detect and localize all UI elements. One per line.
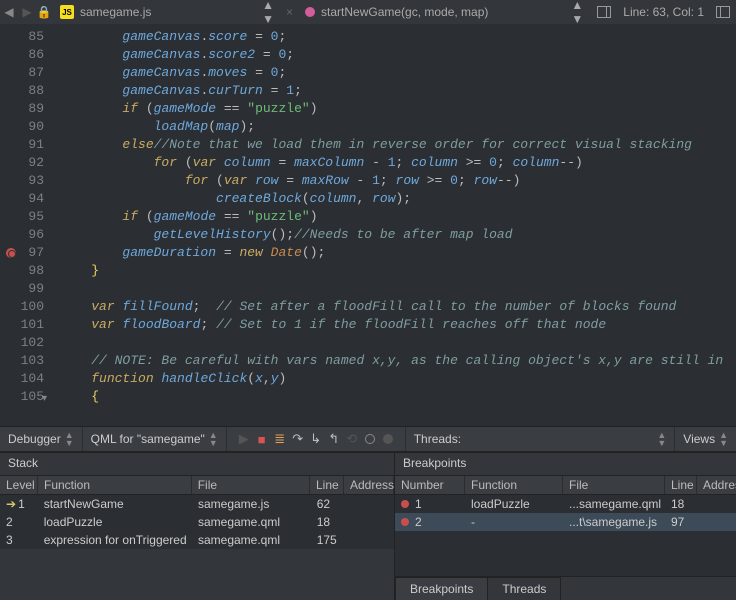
record-icon[interactable] <box>379 432 397 447</box>
symbol-name: startNewGame(gc, mode, map) <box>321 5 488 19</box>
stack-body[interactable]: ➔1startNewGamesamegame.js622loadPuzzlesa… <box>0 495 394 549</box>
tab-close-icon[interactable]: × <box>282 5 297 19</box>
break-all-icon[interactable] <box>361 432 379 447</box>
sidebar-icon[interactable] <box>716 6 730 18</box>
restart-icon[interactable]: ⟲ <box>343 431 361 447</box>
debugger-toolbar: Debugger▲▼ QML for "samegame"▲▼ ▶ ■ ≣ ↷ … <box>0 426 736 452</box>
breakpoint-row[interactable]: 1loadPuzzle...samegame.qml18 <box>395 495 736 513</box>
top-bar: ◀ ▶ 🔒 JS samegame.js ▲▼ × startNewGame(g… <box>0 0 736 24</box>
debug-context[interactable]: QML for "samegame"▲▼ <box>83 427 227 451</box>
breakpoints-header[interactable]: NumberFunctionFileLineAddress <box>395 475 736 495</box>
file-updown-icon[interactable]: ▲▼ <box>262 0 274 26</box>
bottom-tab[interactable]: Breakpoints <box>395 577 488 600</box>
file-name: samegame.js <box>80 5 151 19</box>
step-out-icon[interactable]: ↰ <box>325 431 343 447</box>
debugger-selector[interactable]: Debugger▲▼ <box>0 427 83 451</box>
toggle-bp-icon[interactable]: ≣ <box>271 431 289 447</box>
step-into-icon[interactable]: ↳ <box>307 431 325 447</box>
symbol-updown-icon[interactable]: ▲▼ <box>571 0 583 26</box>
split-icon[interactable] <box>597 6 611 18</box>
function-icon <box>305 7 315 17</box>
gutter[interactable]: 8586878889909192939495969798991001011021… <box>0 24 54 426</box>
views-button[interactable]: Views▲▼ <box>675 431 736 447</box>
breakpoint-row[interactable]: 2-...t\samegame.js97 <box>395 513 736 531</box>
stack-panel: Stack LevelFunctionFileLineAddress ➔1sta… <box>0 453 395 600</box>
stack-header[interactable]: LevelFunctionFileLineAddress <box>0 475 394 495</box>
step-over-icon[interactable]: ↷ <box>289 431 307 447</box>
threads-selector[interactable]: Threads: ▲▼ <box>406 427 676 451</box>
breakpoints-body[interactable]: 1loadPuzzle...samegame.qml182-...t\sameg… <box>395 495 736 531</box>
code-area[interactable]: gameCanvas.score = 0; gameCanvas.score2 … <box>54 24 736 426</box>
lock-icon: 🔒 <box>36 5 52 19</box>
stack-row[interactable]: ➔1startNewGamesamegame.js62 <box>0 495 394 513</box>
breakpoints-tabs: BreakpointsThreads <box>395 576 736 600</box>
symbol-tab[interactable]: startNewGame(gc, mode, map) ▲▼ <box>297 0 591 24</box>
continue-icon[interactable]: ▶ <box>235 431 253 447</box>
editor: 8586878889909192939495969798991001011021… <box>0 24 736 426</box>
stop-icon[interactable]: ■ <box>253 432 271 447</box>
stack-title: Stack <box>0 453 394 475</box>
cursor-pos: Line: 63, Col: 1 <box>617 5 710 19</box>
file-tab[interactable]: JS samegame.js ▲▼ <box>52 0 282 24</box>
breakpoints-title: Breakpoints <box>395 453 736 475</box>
nav-fwd-icon[interactable]: ▶ <box>18 5 36 19</box>
js-file-icon: JS <box>60 5 74 19</box>
bottom-tab[interactable]: Threads <box>487 577 561 600</box>
bottom-panels: Stack LevelFunctionFileLineAddress ➔1sta… <box>0 452 736 600</box>
stack-row[interactable]: 2loadPuzzlesamegame.qml18 <box>0 513 394 531</box>
nav-back-icon[interactable]: ◀ <box>0 5 18 19</box>
stack-row[interactable]: 3expression for onTriggeredsamegame.qml1… <box>0 531 394 549</box>
breakpoints-panel: Breakpoints NumberFunctionFileLineAddres… <box>395 453 736 600</box>
